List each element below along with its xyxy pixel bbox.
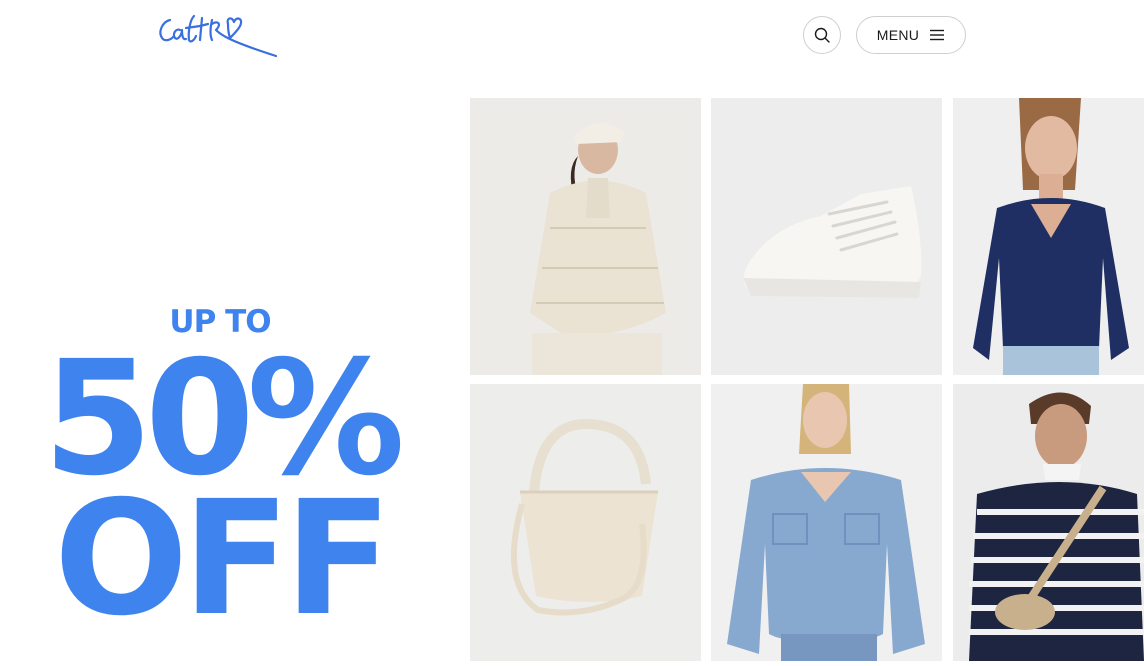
search-button[interactable]: [803, 16, 841, 54]
product-tile-denim-shirt[interactable]: [711, 384, 942, 661]
product-tile-navy-top[interactable]: [953, 98, 1144, 375]
menu-label: MENU: [876, 27, 920, 43]
castro-logo-icon: [159, 14, 278, 58]
shoulder-bag-image: [470, 384, 701, 661]
site-header: MENU: [0, 0, 1144, 70]
product-tile-sneaker[interactable]: [711, 98, 942, 375]
menu-button[interactable]: MENU: [856, 16, 966, 54]
promo-banner[interactable]: UP TO 50% OFF: [0, 90, 450, 666]
denim-shirt-image: [711, 384, 942, 661]
sneaker-image: [711, 98, 942, 375]
hamburger-icon: [930, 29, 945, 41]
navy-top-image: [953, 98, 1144, 375]
brand-logo[interactable]: [156, 10, 278, 60]
product-tile-puffer-jacket[interactable]: [470, 98, 701, 375]
promo-off: OFF: [53, 467, 392, 651]
search-icon: [814, 27, 830, 43]
product-tile-striped-sweater[interactable]: [953, 384, 1144, 661]
puffer-jacket-image: [470, 98, 701, 375]
striped-sweater-image: [953, 384, 1144, 661]
product-tile-shoulder-bag[interactable]: [470, 384, 701, 661]
